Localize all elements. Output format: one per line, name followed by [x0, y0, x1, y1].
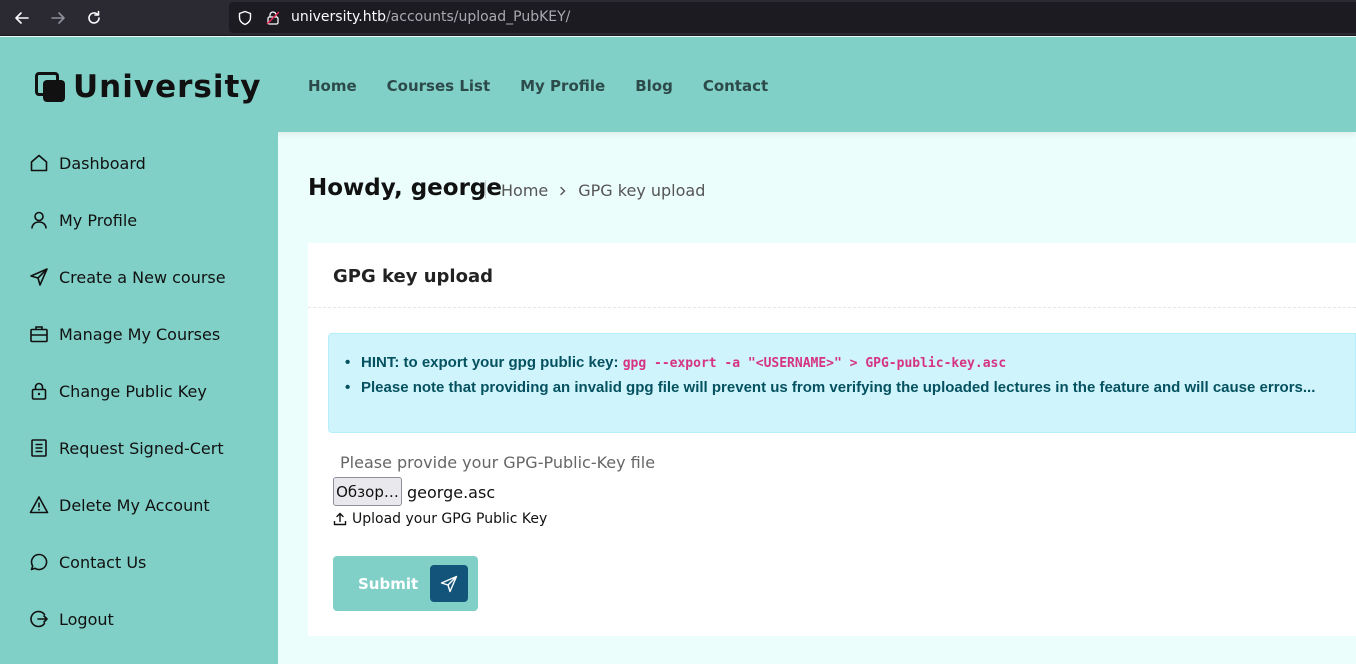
upload-hint: Upload your GPG Public Key	[333, 511, 547, 527]
hint-export-line: HINT: to export your gpg public key: gpg…	[345, 354, 1007, 371]
send-icon	[430, 565, 468, 602]
sidebar-item-label: Dashboard	[59, 153, 146, 173]
upload-hint-text: Upload your GPG Public Key	[352, 511, 548, 527]
hint-text: HINT: to export your gpg public key:	[361, 354, 623, 371]
warning-icon	[29, 495, 49, 515]
arrow-left-icon	[15, 12, 29, 24]
user-icon	[29, 210, 49, 230]
reload-button[interactable]	[81, 5, 107, 31]
sidebar-item-my-profile[interactable]: My Profile	[29, 208, 137, 232]
card-divider	[308, 307, 1356, 308]
sidebar-item-change-public-key[interactable]: Change Public Key	[29, 379, 207, 403]
site-header: University Home Courses List My Profile …	[0, 37, 1356, 132]
back-button[interactable]	[9, 5, 35, 31]
card-title: GPG key upload	[333, 266, 493, 287]
sidebar-item-label: Contact Us	[59, 552, 147, 572]
logo-icon	[35, 72, 65, 102]
sidebar-item-label: Request Signed-Cert	[59, 438, 224, 458]
sidebar-item-delete-account[interactable]: Delete My Account	[29, 493, 210, 517]
document-icon	[29, 438, 49, 458]
hint-warning-line: Please note that providing an invalid gp…	[345, 379, 1316, 396]
browser-toolbar: university.htb/accounts/upload_PubKEY/	[0, 0, 1356, 36]
reload-icon	[88, 10, 100, 24]
url-host: university.htb	[291, 9, 386, 25]
lock-icon	[29, 381, 49, 401]
submit-label: Submit	[358, 575, 419, 593]
nav-my-profile[interactable]: My Profile	[520, 77, 605, 95]
nav-home[interactable]: Home	[308, 77, 357, 95]
sidebar-item-manage-courses[interactable]: Manage My Courses	[29, 322, 220, 346]
sidebar-item-label: My Profile	[59, 210, 138, 230]
sidebar-item-label: Logout	[59, 609, 114, 629]
sidebar-item-label: Create a New course	[59, 267, 226, 287]
site-logo[interactable]: University	[35, 69, 262, 105]
arrow-right-icon	[51, 12, 65, 24]
sidebar-item-request-signed-cert[interactable]: Request Signed-Cert	[29, 436, 224, 460]
forward-button[interactable]	[45, 5, 71, 31]
hint-text: Please note that providing an invalid gp…	[361, 379, 1316, 396]
address-bar[interactable]: university.htb/accounts/upload_PubKEY/	[229, 2, 1356, 33]
sidebar: Dashboard My Profile Create a New course…	[0, 132, 278, 664]
chevron-right-icon	[558, 181, 568, 200]
upload-icon	[333, 512, 347, 526]
browse-button[interactable]: Обзор…	[333, 477, 402, 506]
top-navigation: Home Courses List My Profile Blog Contac…	[308, 77, 798, 95]
sidebar-item-logout[interactable]: Logout	[29, 607, 114, 631]
briefcase-icon	[29, 324, 49, 344]
nav-courses-list[interactable]: Courses List	[387, 77, 490, 95]
home-icon	[29, 153, 49, 173]
chat-icon	[29, 552, 49, 572]
sidebar-item-create-course[interactable]: Create a New course	[29, 265, 226, 289]
hint-alert: HINT: to export your gpg public key: gpg…	[328, 333, 1356, 433]
url-text[interactable]: university.htb/accounts/upload_PubKEY/	[291, 9, 570, 25]
sidebar-item-contact-us[interactable]: Contact Us	[29, 550, 146, 574]
shield-icon[interactable]	[237, 10, 253, 31]
sidebar-item-label: Delete My Account	[59, 495, 210, 515]
sidebar-item-label: Change Public Key	[59, 381, 207, 401]
breadcrumb-home[interactable]: Home	[501, 181, 548, 200]
upload-card: GPG key upload HINT: to export your gpg …	[308, 243, 1356, 636]
submit-button[interactable]: Submit	[333, 556, 478, 611]
breadcrumb-divider	[485, 180, 486, 198]
selected-file-name: george.asc	[407, 483, 496, 502]
send-icon	[29, 267, 49, 287]
sidebar-item-label: Manage My Courses	[59, 324, 221, 344]
hint-command: gpg --export -a "<USERNAME>" > GPG-publi…	[622, 356, 1007, 371]
breadcrumb-current: GPG key upload	[578, 181, 706, 200]
url-path: /accounts/upload_PubKEY/	[385, 9, 571, 25]
logout-icon	[29, 609, 49, 629]
logo-text: University	[73, 69, 262, 105]
nav-contact[interactable]: Contact	[703, 77, 768, 95]
nav-blog[interactable]: Blog	[635, 77, 673, 95]
sidebar-item-dashboard[interactable]: Dashboard	[29, 151, 146, 175]
breadcrumb: Home GPG key upload	[501, 181, 705, 200]
page-greeting: Howdy, george	[308, 175, 502, 201]
insecure-lock-icon[interactable]	[265, 10, 281, 31]
file-input-label: Please provide your GPG-Public-Key file	[340, 453, 656, 472]
